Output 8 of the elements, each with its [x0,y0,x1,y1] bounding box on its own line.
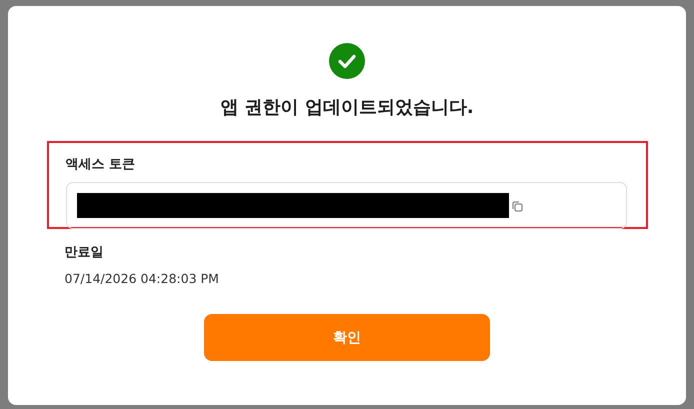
copy-icon[interactable] [512,201,522,212]
dialog-title: 앱 권한이 업데이트되었습니다. [220,96,474,119]
expiry-date: 07/14/2026 04:28:03 PM [64,271,220,286]
field-label: 액세스 토큰 [66,156,136,173]
confirm-button[interactable]: 확인 [204,314,490,361]
success-check-icon [329,43,365,79]
token-field[interactable] [66,182,626,229]
field-label: 만료일 [64,244,104,261]
